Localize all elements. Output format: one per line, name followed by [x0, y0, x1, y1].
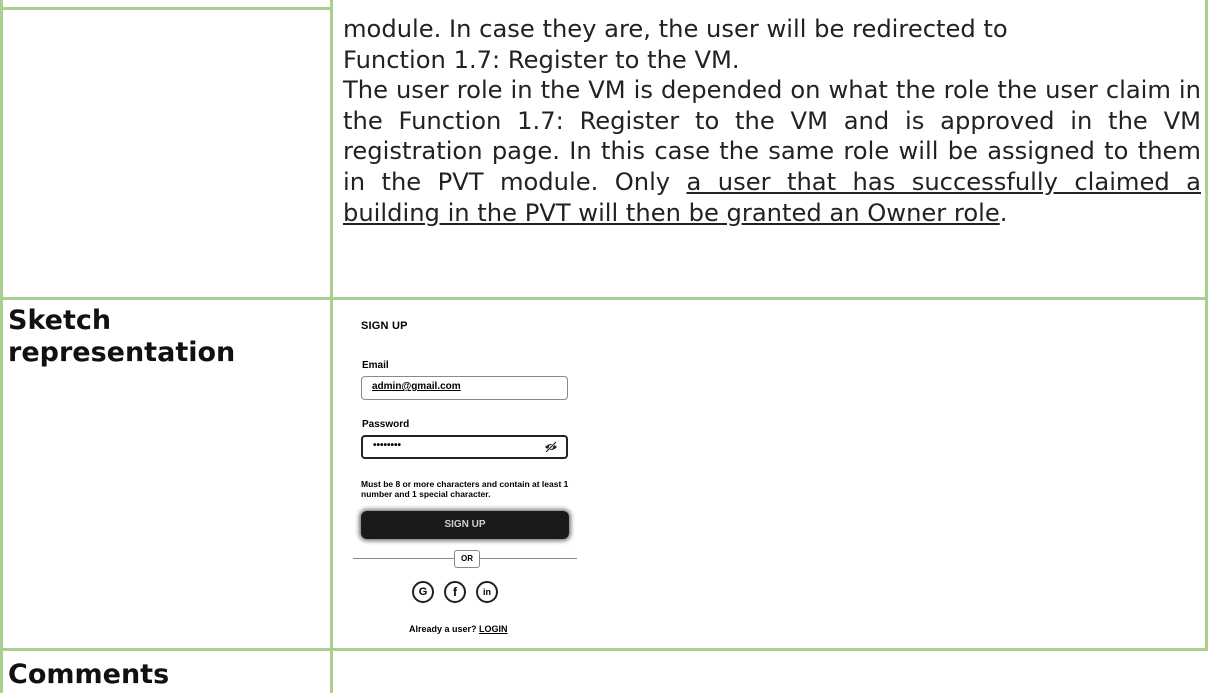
password-field[interactable]: ••••••••: [361, 435, 568, 459]
linkedin-icon[interactable]: in: [476, 581, 498, 603]
password-label: Password: [362, 419, 410, 430]
comments-label: Comments: [8, 659, 170, 690]
password-value: ••••••••: [373, 440, 402, 451]
description-line-1: module. In case they are, the user will …: [343, 15, 1008, 43]
login-prompt: Already a user? LOGIN: [409, 624, 508, 634]
password-hint: Must be 8 or more characters and contain…: [361, 479, 569, 499]
signup-button[interactable]: SIGN UP: [361, 511, 569, 539]
google-icon[interactable]: G: [412, 581, 434, 603]
facebook-icon[interactable]: f: [444, 581, 466, 603]
function-description: module. In case they are, the user will …: [343, 14, 1201, 228]
signup-title: SIGN UP: [361, 320, 408, 332]
table-border-left: [0, 0, 3, 693]
email-label: Email: [362, 360, 389, 371]
eye-slash-icon[interactable]: [544, 440, 558, 459]
table-row-divider-1: [0, 297, 1208, 300]
or-divider-right: [478, 558, 577, 559]
or-divider-left: [353, 558, 454, 559]
email-value: admin@gmail.com: [372, 381, 461, 392]
or-separator: OR: [454, 550, 480, 568]
description-end: .: [999, 198, 1008, 227]
signup-sketch: SIGN UP Email admin@gmail.com Password •…: [353, 312, 683, 644]
login-link[interactable]: LOGIN: [479, 624, 508, 634]
description-paragraph-2: The user role in the VM is depended on w…: [343, 75, 1201, 228]
table-row-divider-2: [0, 648, 1208, 651]
sketch-representation-label: Sketch representation: [8, 305, 236, 368]
login-prompt-text: Already a user?: [409, 624, 480, 634]
table-border-middle: [330, 0, 333, 693]
description-line-2: Function 1.7: Register to the VM.: [343, 45, 740, 74]
table-border-top-left: [0, 7, 333, 10]
email-field[interactable]: admin@gmail.com: [361, 376, 568, 400]
document-page: module. In case they are, the user will …: [0, 0, 1208, 693]
